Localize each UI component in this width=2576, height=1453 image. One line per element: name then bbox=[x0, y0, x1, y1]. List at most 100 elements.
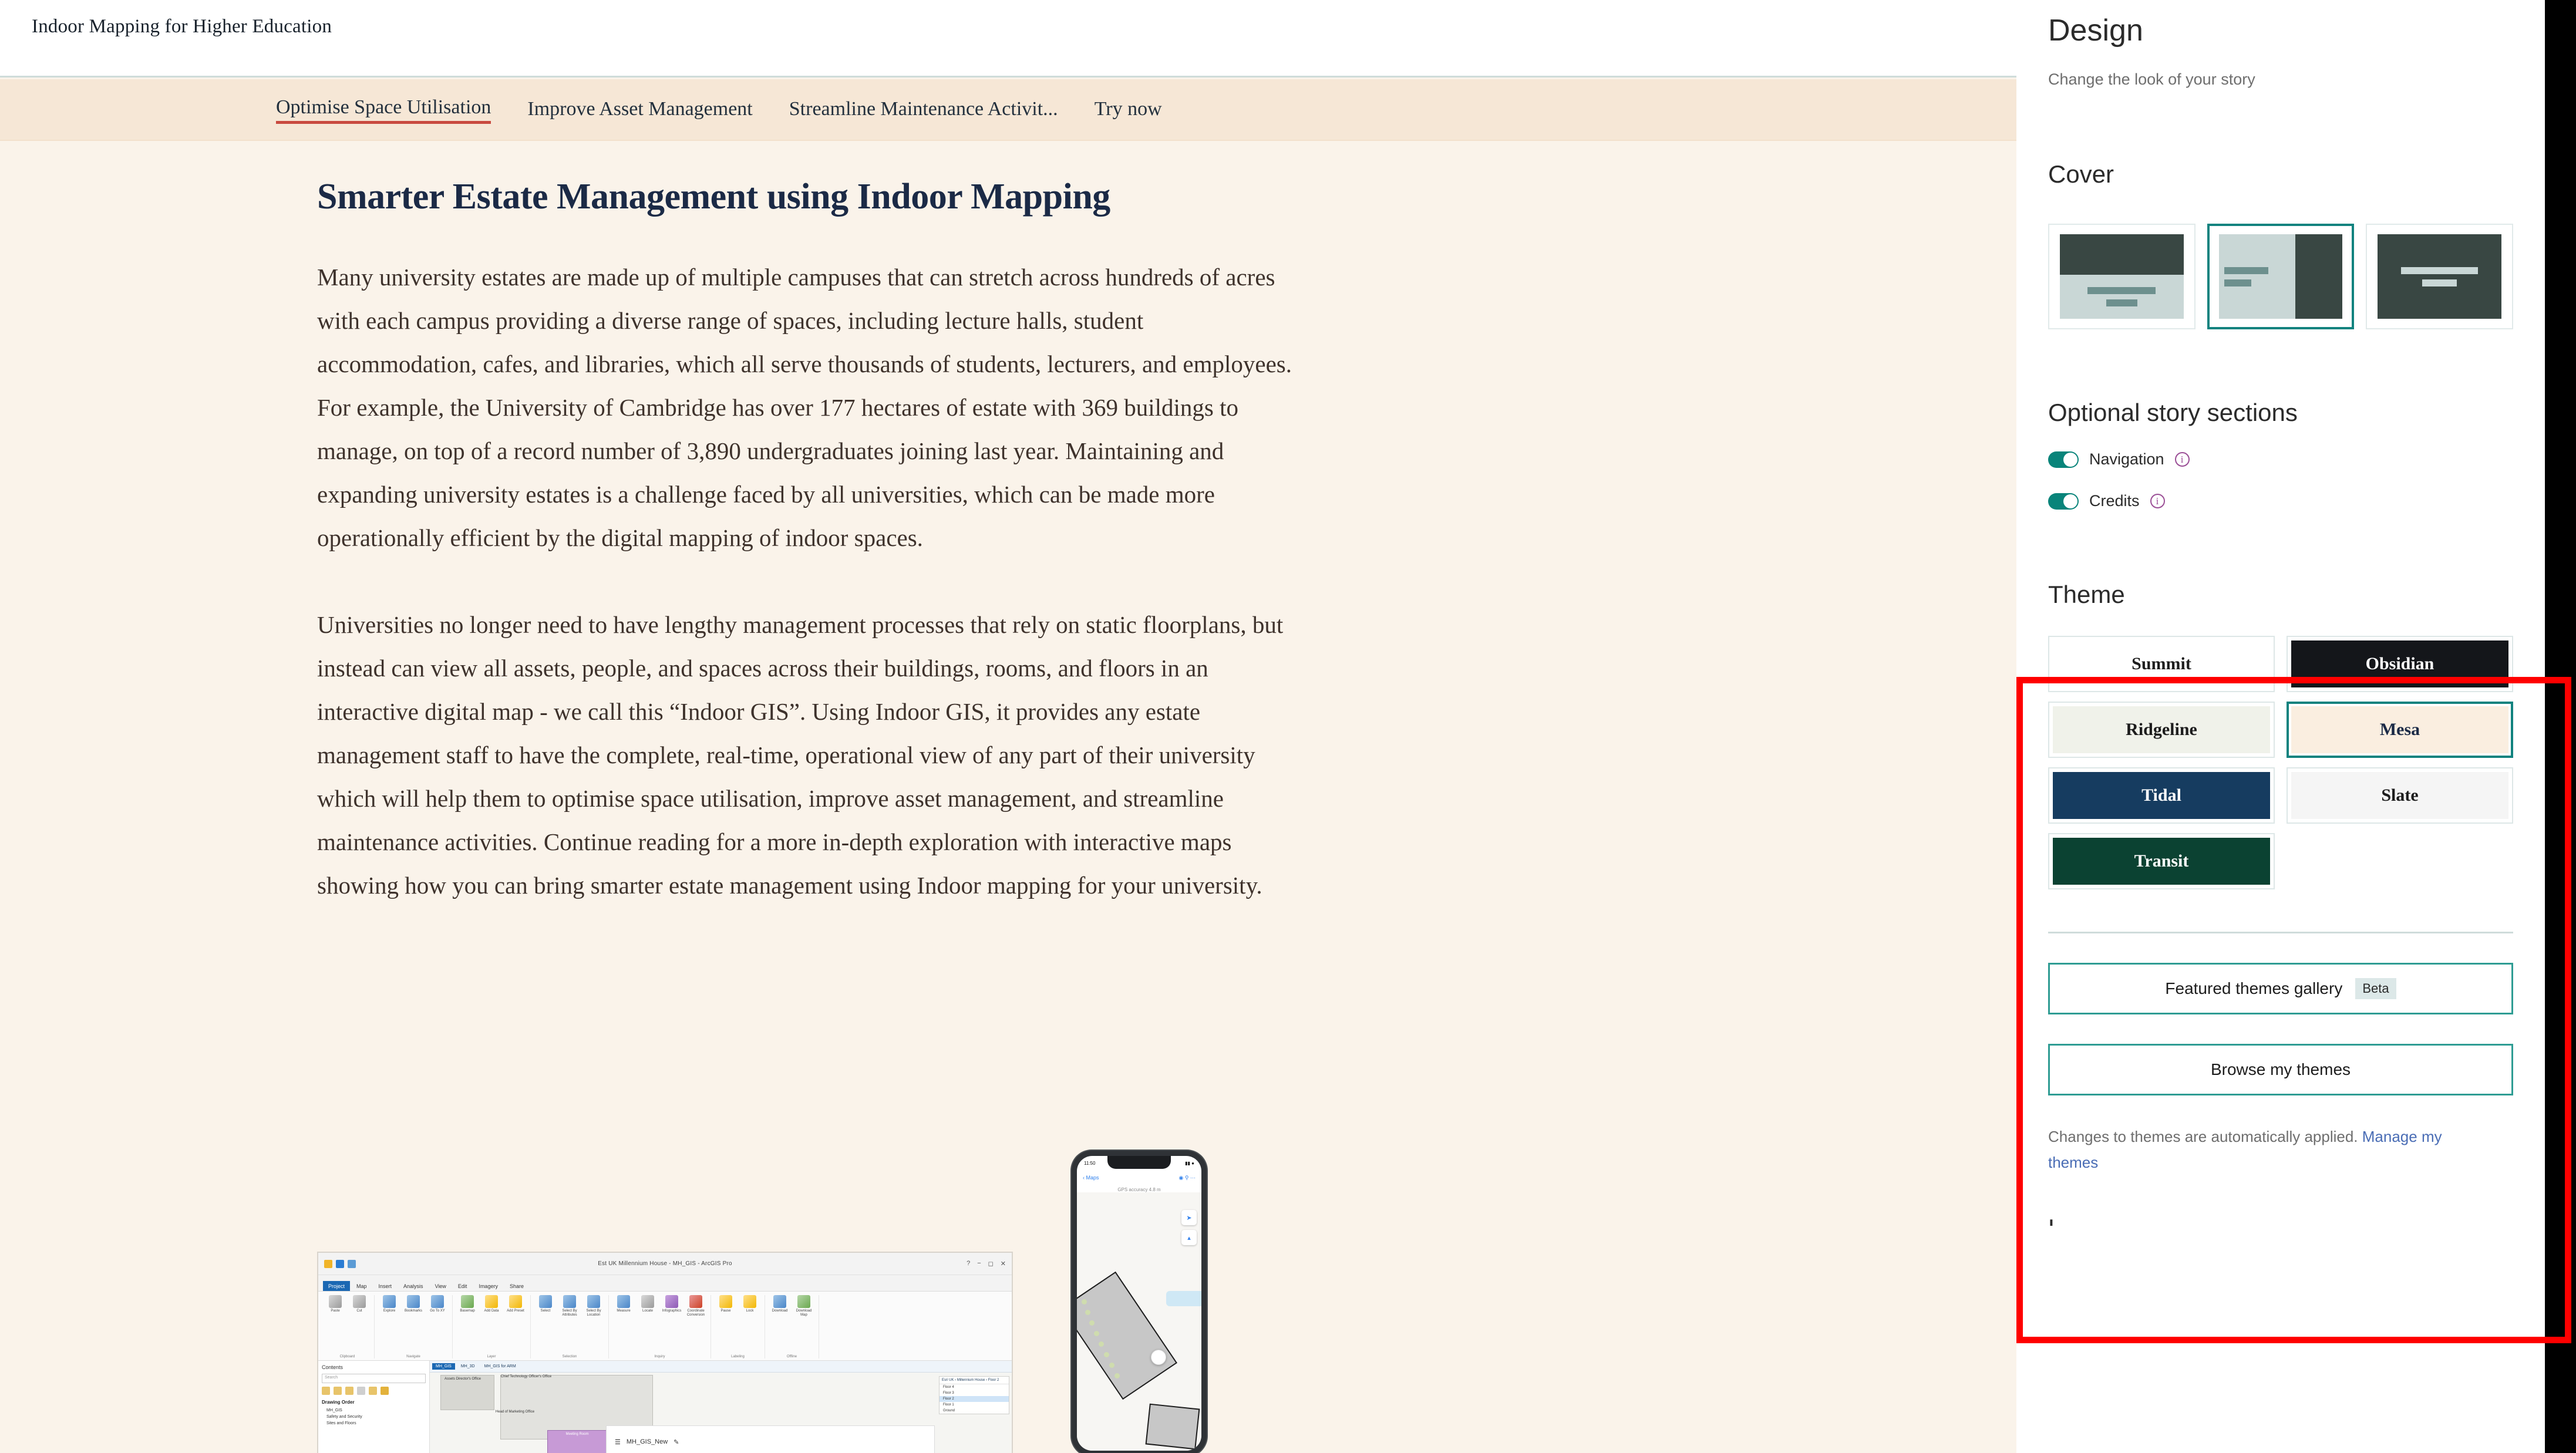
map-tab-mh-gis-arm[interactable]: MH_GIS for ARM bbox=[481, 1363, 520, 1370]
ribbon: Paste Cut Clipboard Explore Bookmarks Go… bbox=[318, 1292, 1012, 1361]
locate-me-button[interactable]: ➤ bbox=[1181, 1210, 1197, 1225]
theme-option-mesa[interactable]: Mesa bbox=[2287, 702, 2513, 758]
floor-option[interactable]: Floor 4 bbox=[940, 1384, 1009, 1390]
breadcrumb-site[interactable]: Esri UK bbox=[942, 1378, 954, 1382]
list-by-selection-icon[interactable] bbox=[345, 1387, 353, 1395]
nav-item-streamline-maintenance[interactable]: Streamline Maintenance Activit... bbox=[789, 98, 1058, 123]
ribbon-button-lock[interactable]: Lock bbox=[740, 1295, 760, 1313]
browse-my-themes-button[interactable]: Browse my themes bbox=[2048, 1044, 2513, 1095]
contents-search-input[interactable]: Search bbox=[322, 1374, 426, 1383]
theme-option-ridgeline[interactable]: Ridgeline bbox=[2048, 702, 2275, 758]
pencil-icon[interactable]: ✎ bbox=[674, 1438, 679, 1446]
cover-option-full-width[interactable] bbox=[2048, 224, 2196, 329]
list-by-source-icon[interactable] bbox=[334, 1387, 342, 1395]
layer-item[interactable]: Safety and Security bbox=[322, 1414, 426, 1420]
edit-toolbar[interactable]: ☰ MH_GIS_New ✎ bbox=[606, 1425, 935, 1453]
map-tree-dot bbox=[1089, 1320, 1095, 1326]
ribbon-button-coordinate-conversion[interactable]: Coordinate Conversion bbox=[686, 1295, 706, 1317]
story-topbar: Indoor Mapping for Higher Education bbox=[0, 0, 2016, 77]
list-by-labeling-icon[interactable] bbox=[380, 1387, 389, 1395]
credits-toggle[interactable] bbox=[2048, 493, 2079, 510]
featured-themes-gallery-button[interactable]: Featured themes gallery Beta bbox=[2048, 963, 2513, 1014]
floor-option-selected[interactable]: Floor 2 bbox=[940, 1396, 1009, 1402]
more-icon[interactable]: ⋯ bbox=[1190, 1175, 1196, 1181]
ribbon-button-basemap[interactable]: Basemap bbox=[457, 1295, 477, 1313]
ribbon-button-measure[interactable]: Measure bbox=[614, 1295, 634, 1313]
ribbon-tab-share[interactable]: Share bbox=[504, 1281, 529, 1291]
navigation-toggle-label: Navigation bbox=[2089, 450, 2164, 468]
theme-option-obsidian[interactable]: Obsidian bbox=[2287, 636, 2513, 692]
floor-filter-icon[interactable]: ◉ bbox=[1179, 1175, 1184, 1181]
map-view[interactable]: MH_GIS MH_3D MH_GIS for ARM Assets Direc… bbox=[430, 1361, 1012, 1453]
ribbon-button-select-by-attributes[interactable]: Select By Attributes bbox=[560, 1295, 580, 1317]
ribbon-button-explore[interactable]: Explore bbox=[379, 1295, 399, 1313]
nav-item-improve-asset-management[interactable]: Improve Asset Management bbox=[527, 98, 752, 123]
ribbon-button-download[interactable]: Download bbox=[770, 1295, 790, 1313]
floor-option[interactable]: Floor 1 bbox=[940, 1402, 1009, 1408]
optional-sections-group: Optional story sections Navigation i Cre… bbox=[2048, 399, 2513, 510]
theme-option-slate[interactable]: Slate bbox=[2287, 767, 2513, 824]
ribbon-button-goto-xy[interactable]: Go To XY bbox=[427, 1295, 447, 1313]
map-location-pin[interactable] bbox=[1151, 1350, 1166, 1365]
contents-pane: Contents Search Drawing Order MH_GIS Saf… bbox=[318, 1361, 430, 1453]
cover-thumb-text-area bbox=[2060, 275, 2184, 319]
map-tab-mh-gis[interactable]: MH_GIS bbox=[432, 1363, 455, 1370]
cover-thumb-image-area bbox=[2295, 234, 2343, 319]
phone-map[interactable]: ➤ ▴ bbox=[1077, 1192, 1201, 1451]
ribbon-button-select[interactable]: Select bbox=[536, 1295, 555, 1313]
info-icon[interactable]: i bbox=[2150, 494, 2165, 508]
contents-toolbar[interactable] bbox=[322, 1387, 426, 1395]
nav-item-optimise-space-utilisation[interactable]: Optimise Space Utilisation bbox=[276, 96, 491, 124]
floor-option[interactable]: Floor 3 bbox=[940, 1390, 1009, 1396]
ribbon-tab-imagery[interactable]: Imagery bbox=[473, 1281, 503, 1291]
download-icon bbox=[773, 1295, 786, 1308]
ribbon-button-paste[interactable]: Paste bbox=[325, 1295, 345, 1313]
menu-icon[interactable]: ☰ bbox=[615, 1438, 621, 1446]
browse-my-themes-label: Browse my themes bbox=[2210, 1060, 2351, 1078]
ribbon-button-select-by-location[interactable]: Select By Location bbox=[584, 1295, 604, 1317]
breadcrumb-building[interactable]: Millennium House bbox=[957, 1378, 985, 1382]
floor-breadcrumb: Esri UK › Millennium House › Floor 2 bbox=[940, 1377, 1009, 1384]
phone-back-button[interactable]: ‹ Maps bbox=[1083, 1175, 1099, 1181]
floor-option[interactable]: Ground bbox=[940, 1408, 1009, 1414]
ribbon-tab-map[interactable]: Map bbox=[351, 1281, 372, 1291]
breadcrumb-floor[interactable]: Floor 2 bbox=[988, 1378, 999, 1382]
theme-option-summit[interactable]: Summit bbox=[2048, 636, 2275, 692]
map-tab-mh-3d[interactable]: MH_3D bbox=[457, 1363, 479, 1370]
ribbon-tab-view[interactable]: View bbox=[429, 1281, 452, 1291]
ribbon-tab-analysis[interactable]: Analysis bbox=[398, 1281, 429, 1291]
ribbon-tab-insert[interactable]: Insert bbox=[373, 1281, 398, 1291]
ribbon-button-locate[interactable]: Locate bbox=[638, 1295, 658, 1313]
cover-option-side-by-side[interactable] bbox=[2207, 224, 2355, 329]
layer-item[interactable]: MH_GIS bbox=[322, 1407, 426, 1414]
ribbon-button-infographics[interactable]: Infographics bbox=[662, 1295, 682, 1313]
floor-picker[interactable]: Esri UK › Millennium House › Floor 2 Flo… bbox=[939, 1376, 1009, 1414]
theme-option-tidal[interactable]: Tidal bbox=[2048, 767, 2275, 824]
list-by-snapping-icon[interactable] bbox=[369, 1387, 377, 1395]
ribbon-button-pause[interactable]: Pause bbox=[716, 1295, 736, 1313]
ribbon-tab-edit[interactable]: Edit bbox=[452, 1281, 473, 1291]
navigation-toggle[interactable] bbox=[2048, 451, 2079, 468]
ribbon-tab-project[interactable]: Project bbox=[323, 1281, 351, 1291]
ribbon-button-bookmarks[interactable]: Bookmarks bbox=[403, 1295, 423, 1313]
theme-option-transit[interactable]: Transit bbox=[2048, 833, 2275, 889]
cover-option-minimal[interactable] bbox=[2366, 224, 2514, 329]
locate-icon bbox=[641, 1295, 654, 1308]
map-tree-dot bbox=[1094, 1331, 1099, 1336]
phone-time: 11:50 bbox=[1084, 1160, 1096, 1166]
ribbon-group-inquiry: Measure Locate Infographics Coordinate C… bbox=[609, 1295, 711, 1358]
ribbon-button-download-map[interactable]: Download Map bbox=[794, 1295, 814, 1317]
list-by-editing-icon[interactable] bbox=[357, 1387, 365, 1395]
layer-item[interactable]: Sites and Floors bbox=[322, 1420, 426, 1427]
list-by-drawing-order-icon[interactable] bbox=[322, 1387, 330, 1395]
cover-thumb-subtitle-bar bbox=[2106, 299, 2137, 307]
ribbon-button-add-data[interactable]: Add Data bbox=[481, 1295, 501, 1313]
nav-item-try-now[interactable]: Try now bbox=[1095, 98, 1162, 123]
ribbon-button-cut[interactable]: Cut bbox=[349, 1295, 369, 1313]
select-by-attributes-icon bbox=[563, 1295, 576, 1308]
ribbon-button-add-preset[interactable]: Add Preset bbox=[506, 1295, 526, 1313]
search-icon[interactable]: ⚲ bbox=[1185, 1175, 1189, 1181]
compass-button[interactable]: ▴ bbox=[1181, 1230, 1197, 1245]
phone-nav-actions[interactable]: ◉ ⚲ ⋯ bbox=[1179, 1175, 1196, 1181]
info-icon[interactable]: i bbox=[2174, 452, 2190, 467]
